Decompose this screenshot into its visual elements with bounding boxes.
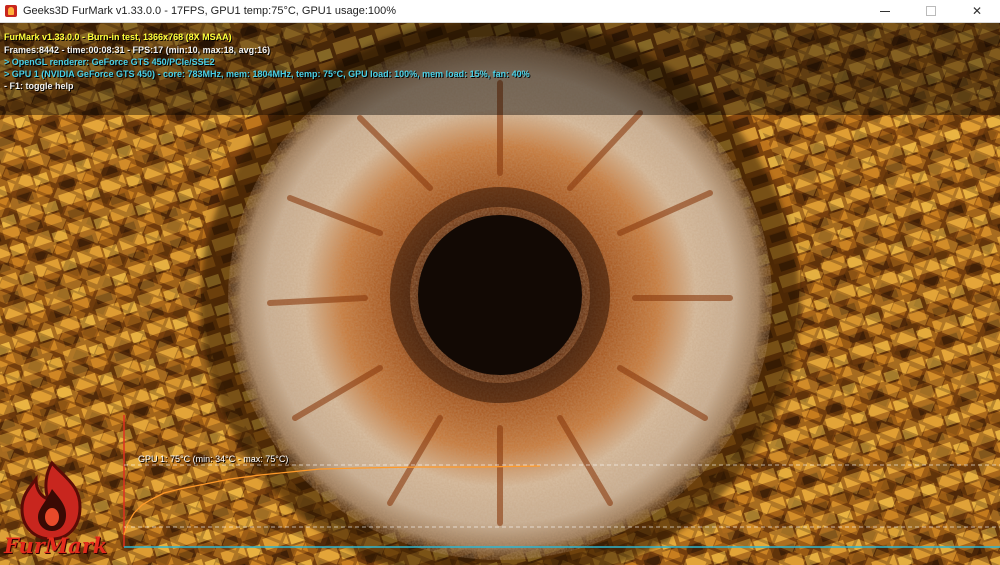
temperature-line	[123, 465, 541, 536]
close-icon: ✕	[971, 4, 983, 18]
close-button[interactable]: ✕	[954, 0, 1000, 22]
furmark-logo-text: FurMark	[4, 533, 108, 558]
graph-label: GPU 1: 75°C (min: 34°C - max: 75°C)	[138, 454, 289, 464]
render-viewport: FurMark v1.33.0.0 - Burn-in test, 1366x7…	[0, 23, 1000, 565]
app-icon	[5, 5, 17, 17]
furmark-window: Geeks3D FurMark v1.33.0.0 - 17FPS, GPU1 …	[0, 0, 1000, 565]
minimize-button[interactable]	[862, 0, 908, 22]
maximize-icon	[926, 6, 936, 16]
temperature-graph	[123, 415, 1000, 548]
window-title: Geeks3D FurMark v1.33.0.0 - 17FPS, GPU1 …	[23, 5, 397, 17]
minimize-icon	[880, 10, 890, 12]
maximize-button[interactable]	[908, 0, 954, 22]
title-bar[interactable]: Geeks3D FurMark v1.33.0.0 - 17FPS, GPU1 …	[0, 0, 1000, 23]
